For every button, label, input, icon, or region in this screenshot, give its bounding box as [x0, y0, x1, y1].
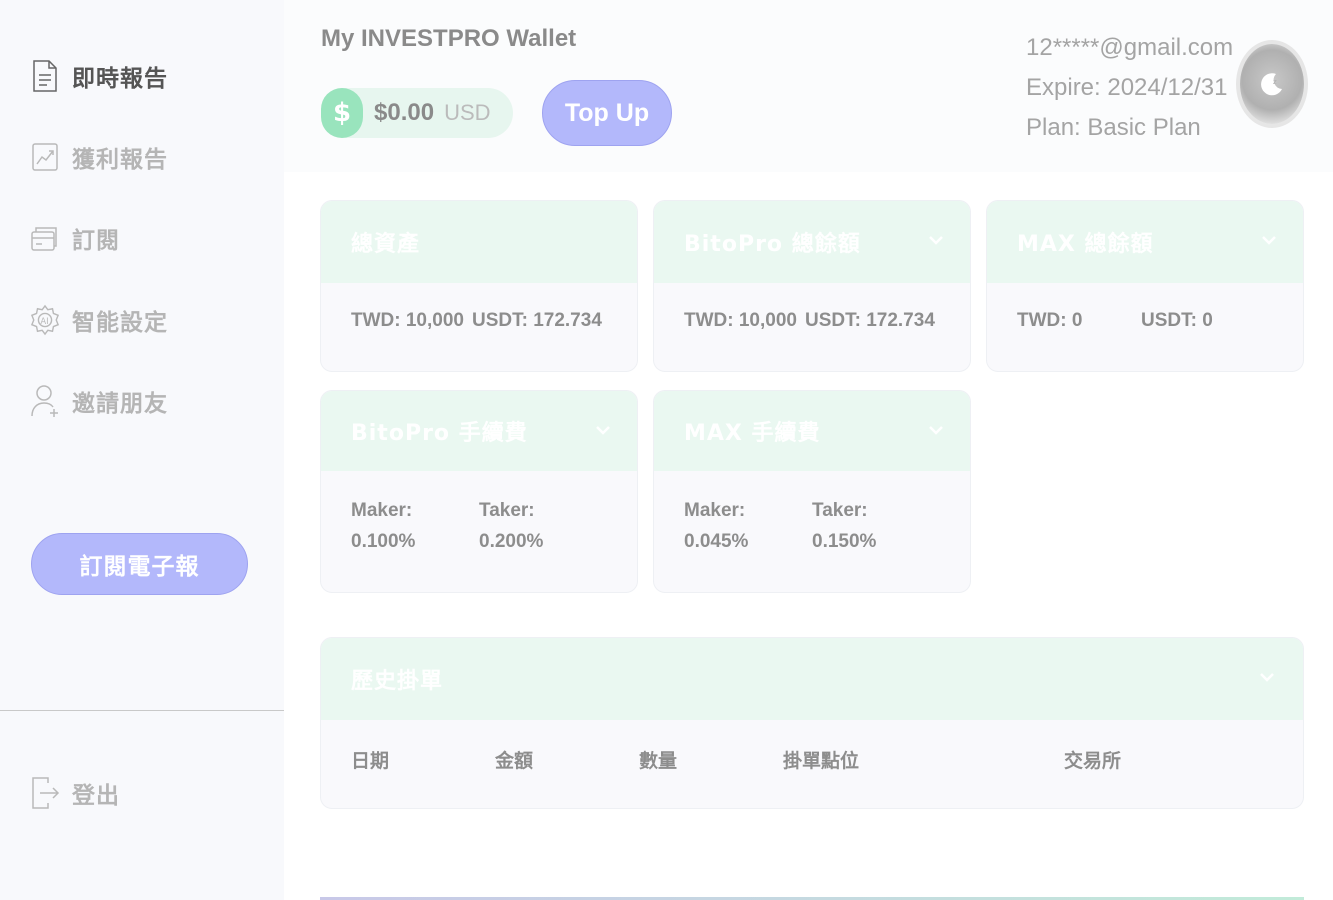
- card-title: 歷史掛單: [351, 669, 444, 694]
- balance-currency: USD: [444, 100, 491, 125]
- maker-fee: 0.045%: [684, 531, 749, 552]
- wallet-title: My INVESTPRO Wallet: [321, 25, 577, 52]
- plan-name: Plan: Basic Plan: [1026, 114, 1201, 141]
- document-icon: [30, 58, 60, 94]
- maker-label: Maker:: [351, 500, 413, 521]
- column-header-quantity: 數量: [639, 750, 678, 772]
- total-assets-card: 總資產 TWD: 10,000 USDT: 172.734: [320, 200, 638, 372]
- column-header-amount: 金額: [495, 750, 534, 772]
- twd-value: TWD: 10,000: [684, 310, 797, 331]
- sidebar-item-realtime-report[interactable]: 即時報告: [30, 56, 168, 96]
- sidebar-item-label: 邀請朋友: [72, 391, 168, 417]
- wallet-balance: $ $0.00 USD: [321, 88, 513, 138]
- maker-label: Maker:: [684, 500, 746, 521]
- card-header: MAX 手續費: [654, 391, 970, 471]
- sidebar-item-subscription[interactable]: 訂閱: [30, 218, 120, 258]
- order-history-card: 歷史掛單 日期 金額 數量 掛單點位 交易所: [320, 637, 1304, 809]
- twd-value: TWD: 10,000: [351, 310, 464, 331]
- sidebar-divider: [0, 710, 284, 711]
- dollar-coin-icon: $: [321, 88, 363, 138]
- column-header-exchange: 交易所: [1064, 750, 1122, 772]
- balance-amount: $0.00: [374, 99, 435, 126]
- logout-button[interactable]: 登出: [30, 773, 120, 813]
- card-header: 總資產: [321, 201, 637, 283]
- ai-gear-icon: AI: [30, 302, 60, 338]
- subscribe-newsletter-button[interactable]: 訂閱電子報: [31, 533, 248, 595]
- sidebar-item-label: 訂閱: [72, 228, 120, 254]
- card-title: BitoPro 手續費: [351, 421, 528, 446]
- twd-value: TWD: 0: [1017, 310, 1083, 331]
- taker-label: Taker:: [479, 500, 535, 521]
- sidebar-item-invite-friends[interactable]: 邀請朋友: [30, 381, 168, 421]
- user-info: 12*****@gmail.com Expire: 2024/12/31 Pla…: [1026, 28, 1233, 148]
- card-title: 總資產: [351, 232, 421, 257]
- card-header: MAX 總餘額: [987, 201, 1303, 283]
- usdt-value: USDT: 0: [1141, 310, 1213, 331]
- chevron-down-icon[interactable]: [928, 234, 944, 246]
- logout-label: 登出: [72, 783, 120, 809]
- moon-icon: z: [1261, 73, 1282, 96]
- bitopro-balance-card: BitoPro 總餘額 TWD: 10,000 USDT: 172.734: [653, 200, 971, 372]
- taker-fee: 0.200%: [479, 531, 544, 552]
- plan-expire: Expire: 2024/12/31: [1026, 74, 1228, 101]
- chart-icon: [30, 139, 60, 175]
- card-header: BitoPro 總餘額: [654, 201, 970, 283]
- top-up-button[interactable]: Top Up: [542, 80, 672, 146]
- card-header: BitoPro 手續費: [321, 391, 637, 471]
- user-email: 12*****@gmail.com: [1026, 34, 1234, 61]
- column-header-order-price: 掛單點位: [783, 750, 860, 772]
- sidebar-item-label: 獲利報告: [72, 147, 168, 173]
- header: My INVESTPRO Wallet $ $0.00 USD Top Up 1…: [284, 0, 1333, 172]
- maker-fee: 0.100%: [351, 531, 416, 552]
- avatar[interactable]: z: [1240, 44, 1304, 124]
- sidebar: 即時報告 獲利報告 訂閱 AI 智能設定 邀請朋友 訂閱電子報 登出: [0, 0, 284, 900]
- sidebar-item-label: 即時報告: [72, 66, 168, 92]
- max-balance-card: MAX 總餘額 TWD: 0 USDT: 0: [986, 200, 1304, 372]
- card-header: 歷史掛單: [321, 638, 1303, 720]
- user-icon: [30, 383, 60, 419]
- chevron-down-icon[interactable]: [595, 424, 611, 436]
- usdt-value: USDT: 172.734: [471, 310, 602, 331]
- card-title: MAX 手續費: [684, 421, 821, 446]
- card-title: BitoPro 總餘額: [684, 232, 861, 257]
- column-header-date: 日期: [351, 750, 390, 772]
- svg-text:AI: AI: [40, 316, 48, 326]
- svg-text:z: z: [1273, 78, 1277, 86]
- sidebar-item-smart-settings[interactable]: AI 智能設定: [30, 300, 168, 340]
- taker-fee: 0.150%: [812, 531, 877, 552]
- taker-label: Taker:: [812, 500, 868, 521]
- sidebar-item-label: 智能設定: [72, 310, 168, 336]
- card-icon: [30, 220, 60, 256]
- chevron-down-icon[interactable]: [928, 424, 944, 436]
- chevron-down-icon[interactable]: [1261, 234, 1277, 246]
- card-title: MAX 總餘額: [1017, 232, 1154, 257]
- bitopro-fee-card: BitoPro 手續費 Maker: 0.100% Taker: 0.200%: [320, 390, 638, 593]
- max-fee-card: MAX 手續費 Maker: 0.045% Taker: 0.150%: [653, 390, 971, 593]
- sidebar-item-profit-report[interactable]: 獲利報告: [30, 137, 168, 177]
- logout-icon: [30, 775, 60, 811]
- chevron-down-icon[interactable]: [1259, 671, 1275, 683]
- usdt-value: USDT: 172.734: [804, 310, 935, 331]
